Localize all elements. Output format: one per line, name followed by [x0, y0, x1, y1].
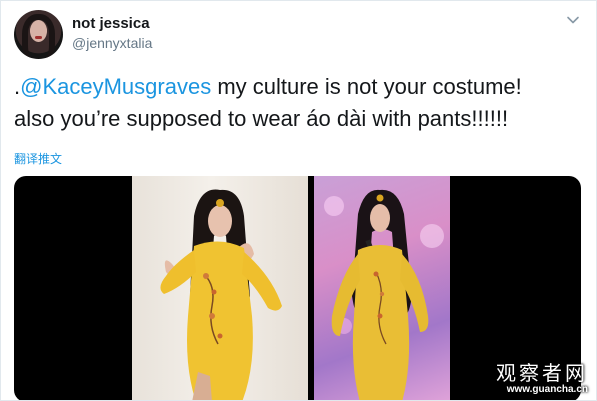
translate-tweet-link[interactable]: 翻译推文 — [14, 150, 62, 167]
stage-photo-studio[interactable] — [132, 176, 308, 400]
display-name[interactable]: not jessica — [72, 15, 150, 32]
site-watermark: 观察者网 www.guancha.cn — [496, 362, 588, 396]
stage-photo-concert[interactable] — [314, 176, 450, 400]
tweet-text-body-1: my culture is not your costume! — [211, 74, 522, 99]
avatar-lips — [35, 36, 42, 39]
mention-link[interactable]: @KaceyMusgraves — [20, 74, 211, 99]
avatar[interactable] — [14, 10, 63, 59]
watermark-url: www.guancha.cn — [506, 384, 588, 395]
tweet-text-line-1: .@KaceyMusgraves my culture is not your … — [14, 71, 584, 103]
concert-photo-illustration — [324, 189, 444, 400]
watermark-logo-text: 观察者网 — [496, 361, 588, 385]
chevron-down-icon[interactable] — [566, 13, 580, 27]
user-handle[interactable]: @jennyxtalia — [72, 35, 152, 51]
tweet-card: not jessica @jennyxtalia .@KaceyMusgrave… — [0, 0, 597, 401]
studio-photo-illustration — [160, 189, 282, 400]
tweet-text-line-2: also you’re supposed to wear áo dài with… — [14, 106, 509, 131]
tweet-text: .@KaceyMusgraves my culture is not your … — [14, 71, 584, 135]
